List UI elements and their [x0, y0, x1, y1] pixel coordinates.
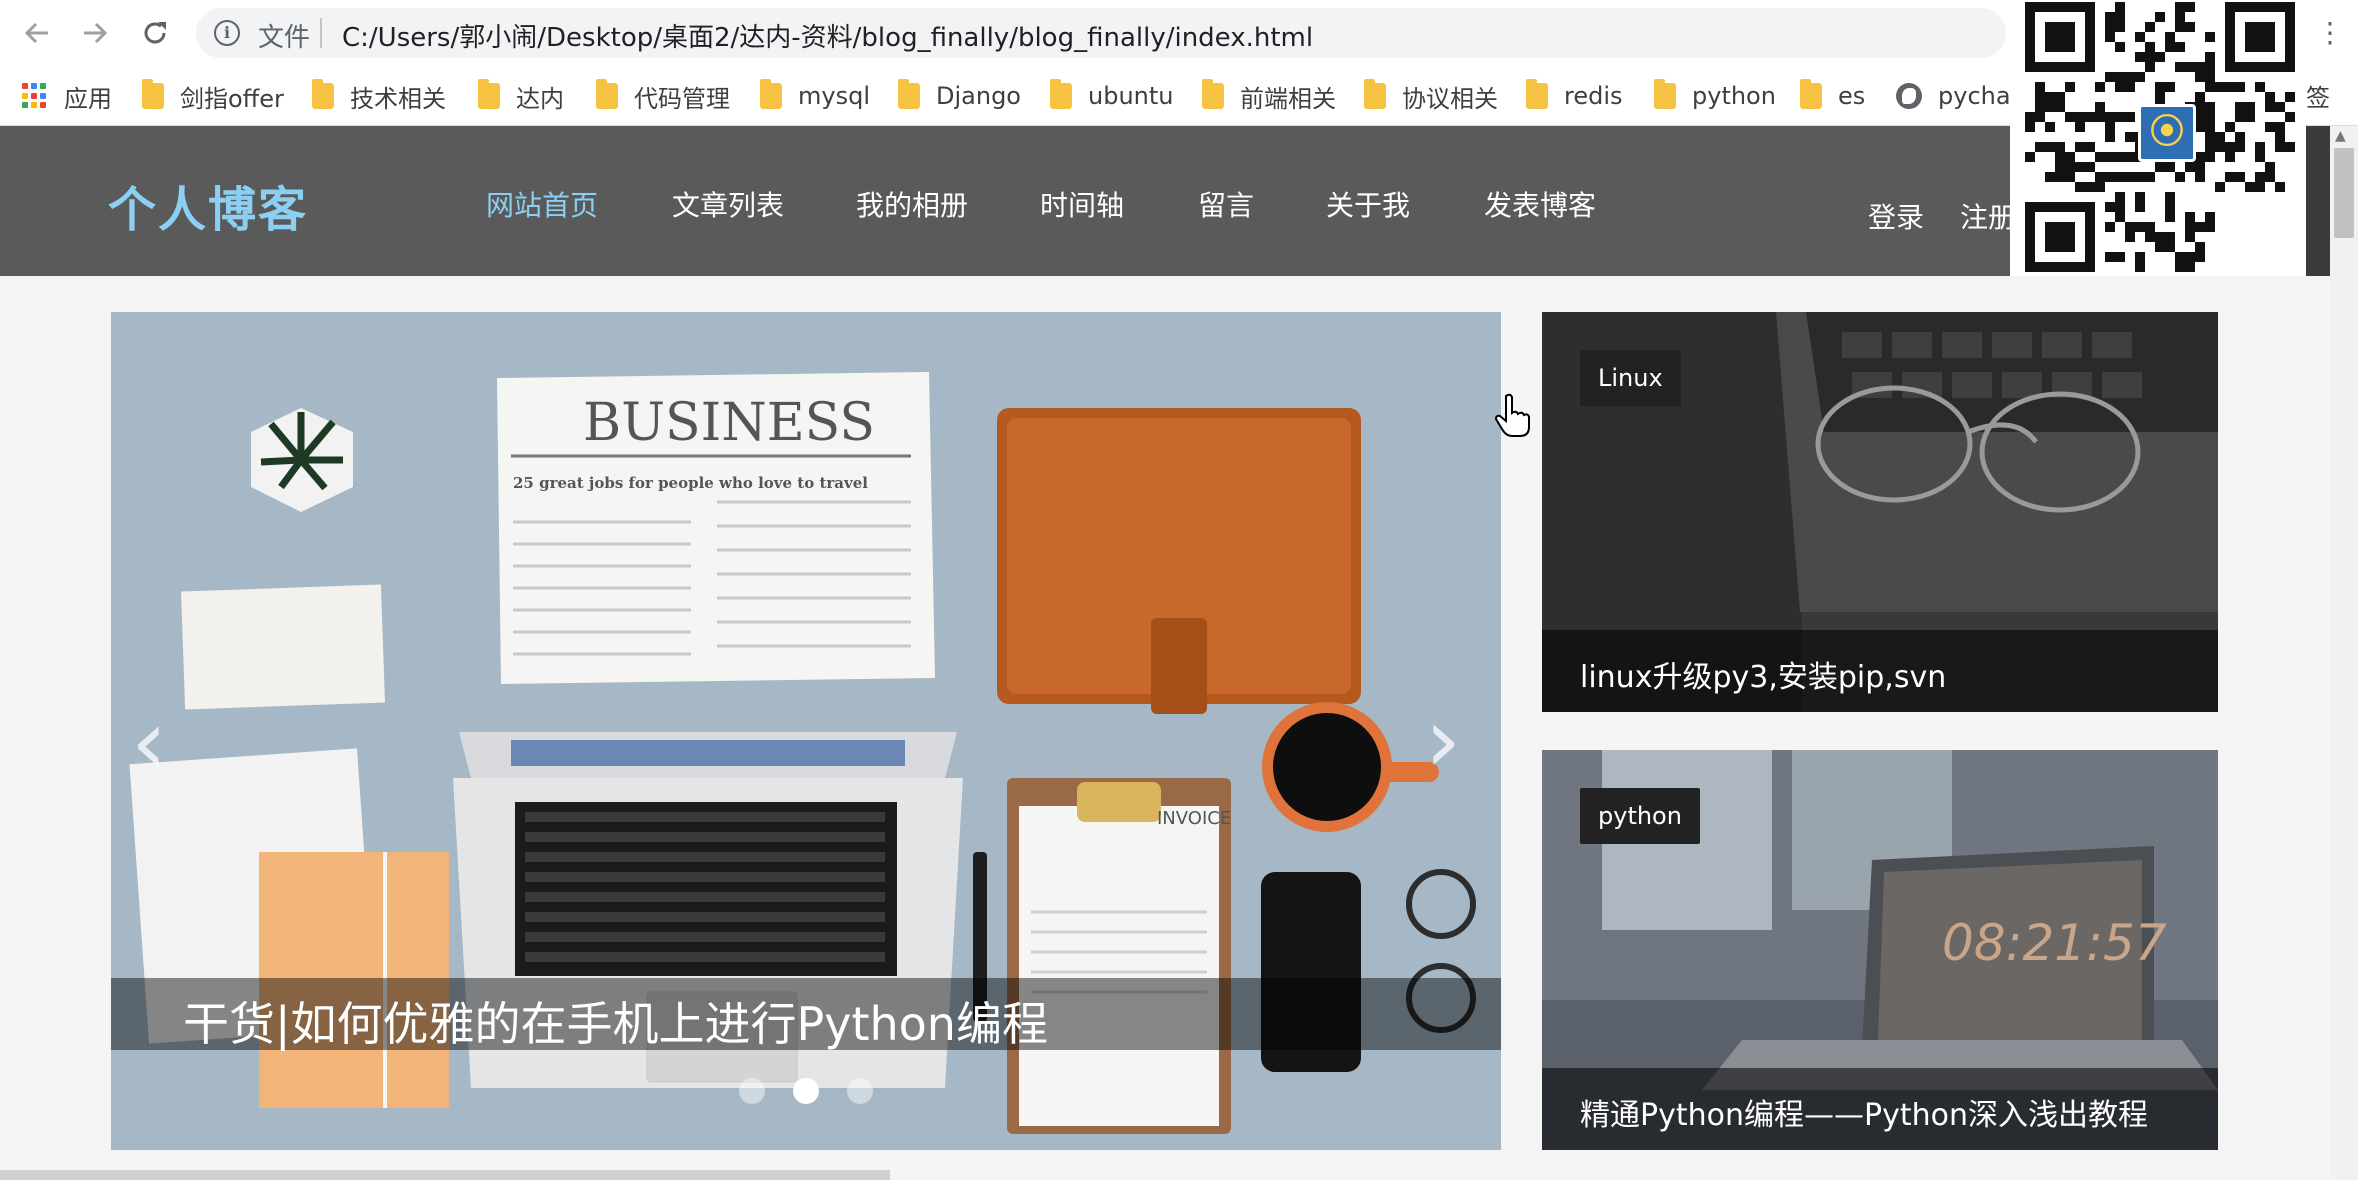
- reload-icon[interactable]: [134, 12, 176, 54]
- qr-code: ⦿: [2010, 0, 2306, 276]
- bookmark-folder[interactable]: 代码管理: [596, 78, 730, 114]
- slider-dot-active[interactable]: [793, 1078, 819, 1104]
- login-link[interactable]: 登录: [1868, 196, 1924, 236]
- bookmark-label: 技术相关: [350, 84, 446, 113]
- site-header: 个人博客 网站首页 文章列表 我的相册 时间轴 留言 关于我 发表博客 登录 注…: [0, 126, 2358, 276]
- forward-icon[interactable]: [74, 12, 116, 54]
- folder-icon: [142, 79, 164, 109]
- bookmark-site[interactable]: pychar: [1896, 78, 2020, 114]
- globe-icon: [1896, 83, 1922, 109]
- card-caption[interactable]: 精通Python编程——Python深入浅出教程: [1542, 1068, 2218, 1150]
- site-logo[interactable]: 个人博客: [108, 170, 308, 240]
- omnibox-divider: [320, 18, 322, 48]
- invoice-label: INVOICE: [1157, 808, 1231, 829]
- scrollbar-thumb[interactable]: [2334, 148, 2354, 238]
- folder-icon: [1364, 79, 1386, 109]
- card-title[interactable]: linux升级py3,安装pip,svn: [1580, 652, 1946, 696]
- slider-next-arrow-icon[interactable]: ›: [1425, 688, 1461, 793]
- header-edge: [2306, 126, 2332, 276]
- nav-messages[interactable]: 留言: [1198, 184, 1254, 224]
- slider-dot[interactable]: [739, 1078, 765, 1104]
- bookmark-overflow-label[interactable]: 签: [2306, 78, 2330, 113]
- info-icon[interactable]: i: [214, 20, 240, 46]
- nav-home[interactable]: 网站首页: [486, 184, 598, 224]
- card-caption[interactable]: linux升级py3,安装pip,svn: [1542, 630, 2218, 712]
- slider-dot[interactable]: [847, 1078, 873, 1104]
- bookmark-label: 剑指offer: [180, 84, 284, 113]
- bookmark-folder[interactable]: ubuntu: [1050, 78, 1174, 114]
- horizontal-scrollbar[interactable]: [0, 1170, 890, 1180]
- bookmark-folder[interactable]: python: [1654, 78, 1776, 114]
- folder-icon: [1526, 79, 1548, 109]
- scroll-up-arrow-icon[interactable]: ▲: [2335, 128, 2346, 144]
- bookmark-label: 达内: [516, 84, 564, 113]
- browser-toolbar: i 文件 C:/Users/郭小闹/Desktop/桌面2/达内-资料/blog…: [0, 0, 2358, 66]
- featured-slider[interactable]: BUSINESS 25 great jobs for people who lo…: [111, 312, 1501, 1150]
- folder-icon: [898, 79, 920, 109]
- bookmark-folder[interactable]: 技术相关: [312, 78, 446, 114]
- hand-cursor-icon: [1494, 393, 1530, 437]
- bookmark-label: python: [1692, 82, 1776, 110]
- folder-icon: [1800, 79, 1822, 109]
- featured-card-linux[interactable]: Linux linux升级py3,安装pip,svn: [1542, 312, 2218, 712]
- folder-icon: [1050, 79, 1072, 109]
- url-scheme-label: 文件: [258, 23, 311, 53]
- bookmark-folder[interactable]: Django: [898, 78, 1021, 114]
- bookmark-label: pychar: [1938, 82, 2021, 110]
- bookmark-label: mysql: [798, 82, 870, 110]
- bookmark-folder[interactable]: 达内: [478, 78, 564, 114]
- bookmark-folder[interactable]: 协议相关: [1364, 78, 1498, 114]
- bookmarks-bar: 应用 剑指offer 技术相关 达内 代码管理 mysql Django ubu…: [0, 66, 2358, 126]
- bookmark-apps[interactable]: 应用: [22, 78, 112, 114]
- bookmark-label: 代码管理: [634, 84, 730, 113]
- bookmark-label: 协议相关: [1402, 84, 1498, 113]
- folder-icon: [1202, 79, 1224, 109]
- featured-card-python[interactable]: 08:21:57 python 精通Python编程——Python深入浅出教程: [1542, 750, 2218, 1150]
- slider-prev-arrow-icon[interactable]: ‹: [131, 690, 167, 795]
- apps-grid-icon: [22, 83, 48, 109]
- bookmark-folder[interactable]: 前端相关: [1202, 78, 1336, 114]
- vertical-scrollbar[interactable]: [2330, 126, 2358, 1180]
- card-title[interactable]: 精通Python编程——Python深入浅出教程: [1580, 1090, 2148, 1134]
- folder-icon: [760, 79, 782, 109]
- slide-caption[interactable]: 干货|如何优雅的在手机上进行Python编程: [111, 978, 1501, 1051]
- url-text[interactable]: C:/Users/郭小闹/Desktop/桌面2/达内-资料/blog_fina…: [342, 17, 1313, 54]
- nav-articles[interactable]: 文章列表: [672, 184, 784, 224]
- register-link[interactable]: 注册: [1960, 196, 2016, 236]
- folder-icon: [312, 79, 334, 109]
- bookmark-folder[interactable]: mysql: [760, 78, 870, 114]
- kebab-menu-icon[interactable]: ⋮: [2316, 16, 2344, 49]
- bookmark-folder[interactable]: es: [1800, 78, 1865, 114]
- bookmark-label: redis: [1564, 82, 1623, 110]
- nav-timeline[interactable]: 时间轴: [1040, 184, 1124, 224]
- folder-icon: [478, 79, 500, 109]
- newspaper-subheadline: 25 great jobs for people who love to tra…: [513, 474, 868, 492]
- slide-caption-text[interactable]: 干货|如何优雅的在手机上进行Python编程: [183, 988, 1048, 1054]
- bookmark-label: es: [1838, 82, 1866, 110]
- folder-icon: [596, 79, 618, 109]
- address-bar[interactable]: i 文件 C:/Users/郭小闹/Desktop/桌面2/达内-资料/blog…: [196, 8, 2006, 58]
- card-tag[interactable]: Linux: [1580, 350, 1681, 406]
- newspaper-headline: BUSINESS: [583, 393, 875, 453]
- python-logo-icon: ⦿: [2138, 104, 2196, 162]
- bookmark-label: 前端相关: [1240, 84, 1336, 113]
- folder-icon: [1654, 79, 1676, 109]
- card-tag[interactable]: python: [1580, 788, 1700, 844]
- back-icon[interactable]: [16, 12, 58, 54]
- bookmark-folder[interactable]: 剑指offer: [142, 78, 284, 114]
- clock-display: 08:21:57: [1942, 914, 2167, 972]
- bookmark-label: ubuntu: [1088, 82, 1174, 110]
- nav-album[interactable]: 我的相册: [856, 184, 968, 224]
- bookmark-folder[interactable]: redis: [1526, 78, 1623, 114]
- bookmark-label: Django: [936, 82, 1021, 110]
- nav-publish[interactable]: 发表博客: [1484, 184, 1596, 224]
- nav-about[interactable]: 关于我: [1326, 184, 1410, 224]
- bookmark-label: 应用: [64, 84, 112, 113]
